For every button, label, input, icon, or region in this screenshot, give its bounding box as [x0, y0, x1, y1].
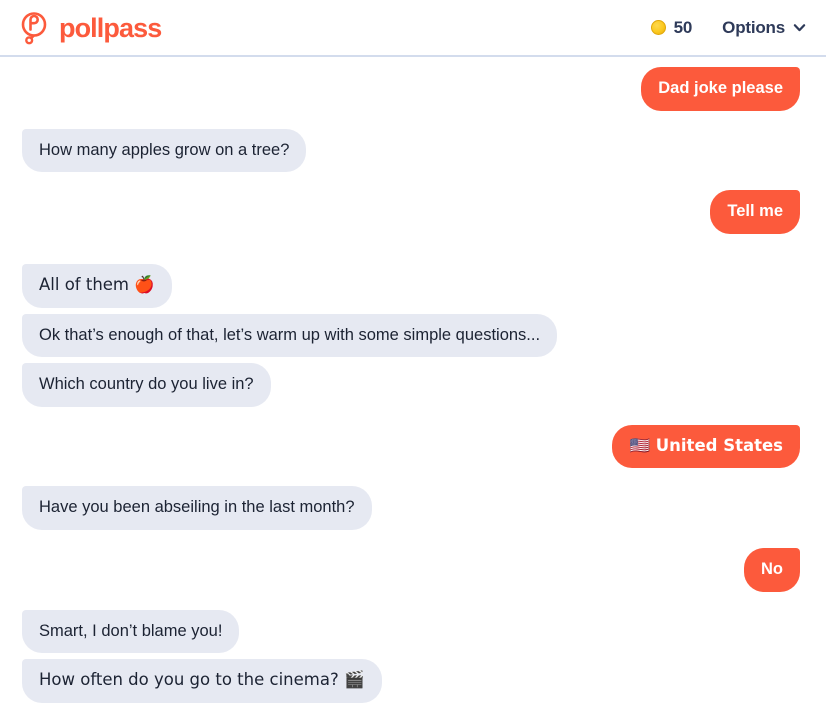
bot-message-bubble: Ok that’s enough of that, let’s warm up …	[22, 313, 558, 358]
chat-message-row: 🇺🇸 United States	[22, 424, 800, 469]
chat-message-row: Smart, I don’t blame you!	[22, 609, 800, 654]
user-message-bubble: Dad joke please	[641, 67, 800, 111]
brand-wordmark: pollpass	[59, 13, 162, 43]
bot-message-bubble: All of them 🍎	[22, 263, 172, 308]
chat-message-row: How many apples grow on a tree?	[22, 128, 800, 173]
options-menu-button[interactable]: Options	[722, 18, 806, 38]
coin-icon	[650, 20, 666, 35]
header-actions: 50 Options	[650, 17, 806, 38]
bot-message-bubble: How often do you go to the cinema? 🎬	[22, 659, 382, 703]
chat-message-row: All of them 🍎	[22, 263, 800, 308]
options-menu-label: Options	[722, 17, 785, 37]
chat-message-row: Dad joke please	[22, 67, 800, 111]
bot-message-bubble: Smart, I don’t blame you!	[22, 609, 240, 654]
user-message-bubble: No	[744, 548, 800, 592]
bot-message-bubble: Which country do you live in?	[22, 363, 271, 407]
chat-message-row: Have you been abseiling in the last mont…	[22, 486, 800, 530]
coin-balance-value: 50	[673, 17, 693, 37]
chevron-down-icon	[793, 21, 806, 34]
chat-message-row: Ok that’s enough of that, let’s warm up …	[22, 313, 800, 358]
user-message-bubble: Tell me	[710, 190, 800, 234]
chat-message-row: Tell me	[22, 190, 800, 234]
bot-message-bubble: How many apples grow on a tree?	[22, 128, 307, 173]
chat-message-row: No	[22, 548, 800, 592]
chat-message-row: How often do you go to the cinema? 🎬	[22, 659, 800, 703]
user-message-bubble: 🇺🇸 United States	[612, 424, 800, 469]
pollpass-p-circle-logo-icon	[18, 11, 52, 45]
app-header: pollpass 50 Options	[0, 0, 826, 57]
answer-options: Every day Once a week Once a month	[22, 703, 800, 709]
chat-message-row: Which country do you live in?	[22, 363, 800, 407]
coin-balance[interactable]: 50	[650, 17, 693, 38]
brand-logo[interactable]: pollpass	[18, 11, 162, 45]
chat-transcript: Dad joke please How many apples grow on …	[0, 57, 826, 709]
bot-message-bubble: Have you been abseiling in the last mont…	[22, 486, 372, 530]
